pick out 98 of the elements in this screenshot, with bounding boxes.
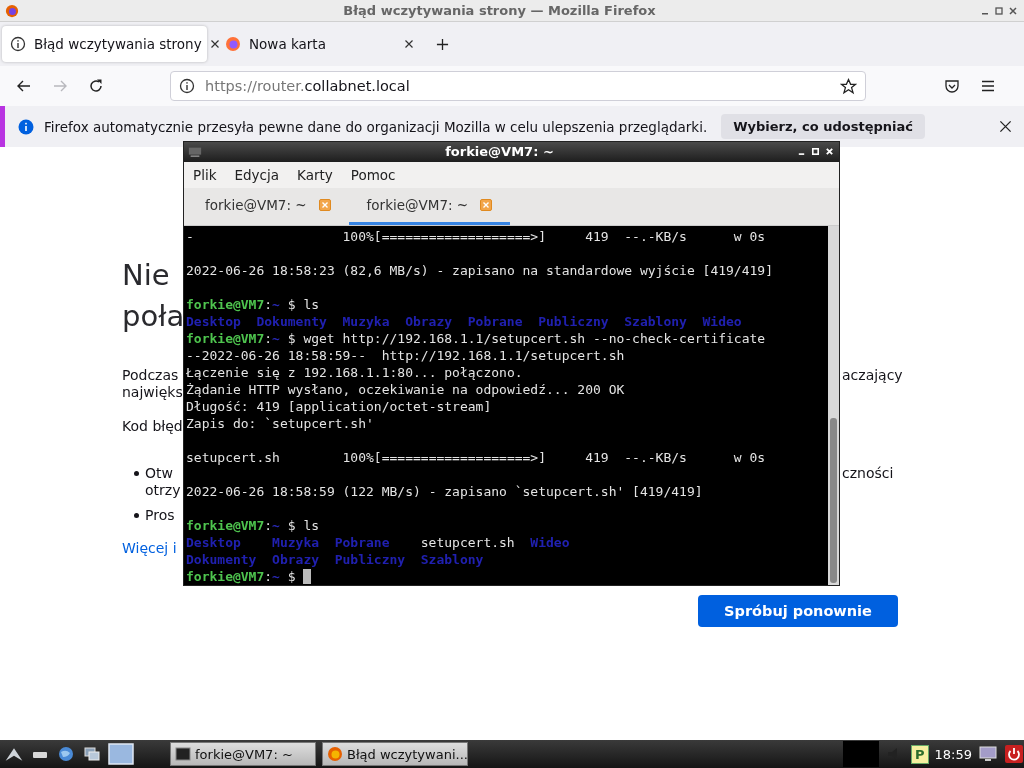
terminal-command: ls [303,297,320,312]
error-text: czności [842,465,895,482]
info-icon[interactable] [179,78,195,94]
terminal-line: --2022-06-26 18:58:59-- http://192.168.1.1/setupcert.sh [186,347,626,364]
error-heading: poła [122,298,186,335]
terminal-icon [188,145,202,158]
prompt-symbol: $ [287,569,296,584]
directory-name: Publiczny [538,314,609,329]
error-text: Podczas [122,367,180,384]
more-info-link[interactable]: Więcej i [122,540,177,557]
terminal-command: ls [303,518,320,533]
terminal-line: Łączenie się z 192.168.1.1:80... połączono. [186,364,524,381]
new-tab-icon[interactable] [436,37,449,51]
info-icon [18,118,34,135]
prompt-separator: : [264,518,273,533]
error-text: Kod błęd [122,418,183,435]
window-title: Błąd wczytywania strony — Mozilla Firefox [342,3,657,18]
menu-item[interactable]: Edycja [234,167,279,184]
directory-name: Muzyka [272,535,320,550]
terminal-line: setupcert.sh 100%[===================>] 419 --.-KB/s w 0s [186,449,767,466]
directory-name: Obrazy [272,552,320,567]
window-title: forkie@VM7: ~ [444,144,555,160]
prompt-separator: : [264,569,273,584]
directory-name: Publiczny [334,552,406,567]
shield-chevron-icon[interactable] [944,78,960,94]
prompt-path: ~ [272,297,280,312]
notification-text: Firefox automatycznie przesyła pewne dane do organizacji Mozilla w celu ulepszenia przeglądarki. [44,118,708,135]
menu-item[interactable]: Pomoc [350,167,396,184]
prompt-symbol: $ [287,331,296,346]
terminal-icon [175,746,191,762]
terminal-tab[interactable]: forkie@VM7: ~ [187,188,349,225]
info-icon [10,36,26,52]
clock: 18:59 [934,746,972,762]
directory-name: Desktop [186,314,241,329]
directory-name: Pobrane [467,314,523,329]
globe-icon[interactable] [56,744,76,764]
terminal-line: Długość: 419 [application/octet-stream] [186,398,493,415]
tray-panel [843,741,879,767]
reload-icon[interactable] [88,78,104,94]
menu-icon[interactable] [980,78,996,94]
error-heading: Nie [122,257,171,294]
terminal-command: wget http://192.168.1.1/setupcert.sh --no-check-certificate [303,331,766,346]
browser-logo-icon [5,3,19,18]
close-icon[interactable] [1008,5,1018,16]
bullet-icon [134,471,139,476]
bookmark-star-icon[interactable] [840,77,857,95]
retry-button[interactable]: Spróbuj ponownie [698,595,898,627]
directory-name: Wideo [702,314,742,329]
prompt-path: ~ [272,518,280,533]
directory-name: Dokumenty [186,552,257,567]
directory-name: Szablony [624,314,687,329]
browser-logo-icon [225,36,241,52]
close-icon[interactable] [999,120,1012,133]
prompt-separator: : [264,297,273,312]
terminal-line: 2022-06-26 18:58:23 (82,6 MB/s) - zapisano na standardowe wyjście [419/419] [186,262,774,279]
back-icon[interactable] [16,78,32,94]
close-tab-icon[interactable] [209,39,220,49]
directory-name: Pobrane [334,535,390,550]
file-name: setupcert.sh [420,535,515,550]
monitor-icon[interactable] [978,744,998,764]
taskbar-button[interactable]: forkie@VM7: ~ [170,742,316,766]
power-icon[interactable] [1004,744,1024,764]
url-field[interactable]: https://router.collabnet.local [170,71,866,101]
terminal-line: Żądanie HTTP wysłano, oczekiwanie na odpowiedź... 200 OK [186,381,626,398]
error-text: Pros [145,507,175,524]
prompt-user: forkie@VM7 [186,518,265,533]
scrollbar-thumb[interactable] [830,418,837,583]
prompt-user: forkie@VM7 [186,331,265,346]
prompt-path: ~ [272,331,280,346]
browser-logo-icon [327,746,343,762]
directory-name: Desktop [186,535,241,550]
error-text: Otw [145,465,174,482]
prompt-symbol: $ [287,518,296,533]
terminal-line: 2022-06-26 18:58:59 (122 MB/s) - zapisano `setupcert.sh' [419/419] [186,483,704,500]
prompt-path: ~ [272,569,280,584]
directory-name: Szablony [420,552,484,567]
error-text: otrzy [145,482,181,499]
directory-name: Wideo [530,535,570,550]
prompt-user: forkie@VM7 [186,569,265,584]
directory-name: Obrazy [405,314,453,329]
tray-badge[interactable]: P [911,744,929,764]
directory-name: Dokumenty [256,314,327,329]
prompt-symbol: $ [287,297,296,312]
prompt-user: forkie@VM7 [186,297,265,312]
bullet-icon [134,513,139,518]
close-tab-icon[interactable] [404,39,414,49]
taskbar-button[interactable]: Błąd wczytywani... [322,742,468,766]
terminal-line: Zapis do: `setupcert.sh' [186,415,375,432]
windows-icon[interactable] [82,744,102,764]
menu-item[interactable]: Plik [193,167,217,184]
notification-button[interactable]: Wybierz, co udostępniać [721,114,925,139]
menu-item[interactable]: Karty [297,167,333,184]
terminal-line: - 100%[===================>] 419 --.-KB/s w 0s [186,228,767,245]
browser-tab[interactable]: Nowa karta [217,26,422,62]
error-text: najwięks [122,384,183,401]
prompt-separator: : [264,331,273,346]
error-text: aczający [842,367,904,384]
directory-name: Muzyka [342,314,390,329]
